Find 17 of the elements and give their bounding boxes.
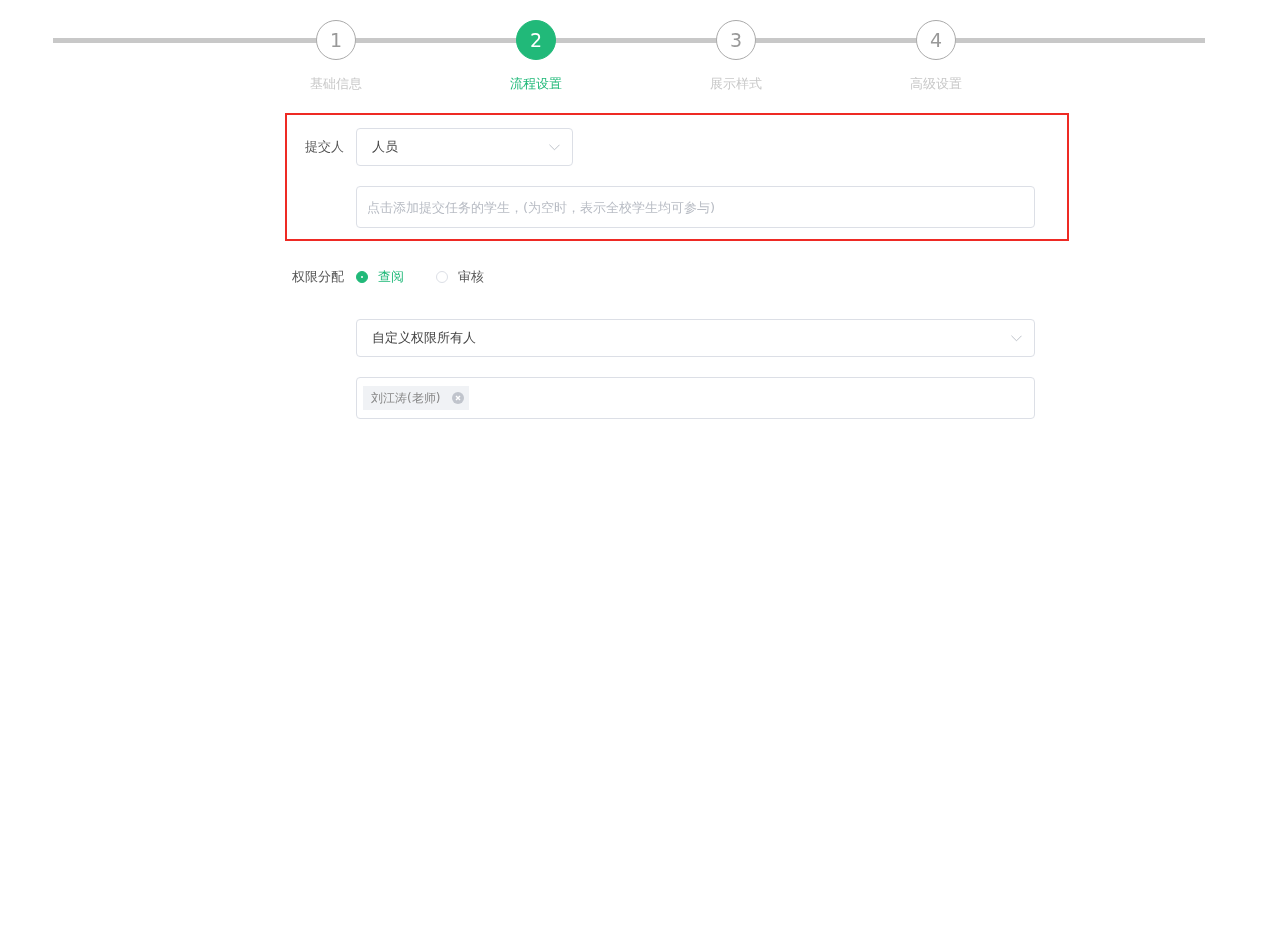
remove-icon[interactable]	[452, 392, 465, 404]
field-label: 提交人	[304, 138, 344, 156]
field-label: 权限分配	[291, 268, 344, 286]
chevron-down-icon	[1011, 334, 1022, 342]
select-field[interactable]: 人员	[356, 128, 573, 166]
input-field[interactable]: 点击添加提交任务的学生，(为空时，表示全校学生均可参与)	[356, 186, 1035, 228]
step-label[interactable]: 流程设置	[510, 75, 562, 93]
tag-label: 刘江涛(老师)	[371, 389, 441, 407]
step-circle[interactable]: 3	[716, 20, 756, 60]
tag-input-field[interactable]: 刘江涛(老师)	[356, 377, 1035, 419]
radio-option[interactable]: 审核	[436, 268, 484, 286]
step-circle[interactable]: 2	[516, 20, 556, 60]
chevron-down-icon	[549, 143, 560, 151]
select-field[interactable]: 自定义权限所有人	[356, 319, 1035, 357]
step-circle[interactable]: 1	[316, 20, 356, 60]
radio-option[interactable]: 查阅	[356, 268, 404, 286]
step-circle[interactable]: 4	[916, 20, 956, 60]
